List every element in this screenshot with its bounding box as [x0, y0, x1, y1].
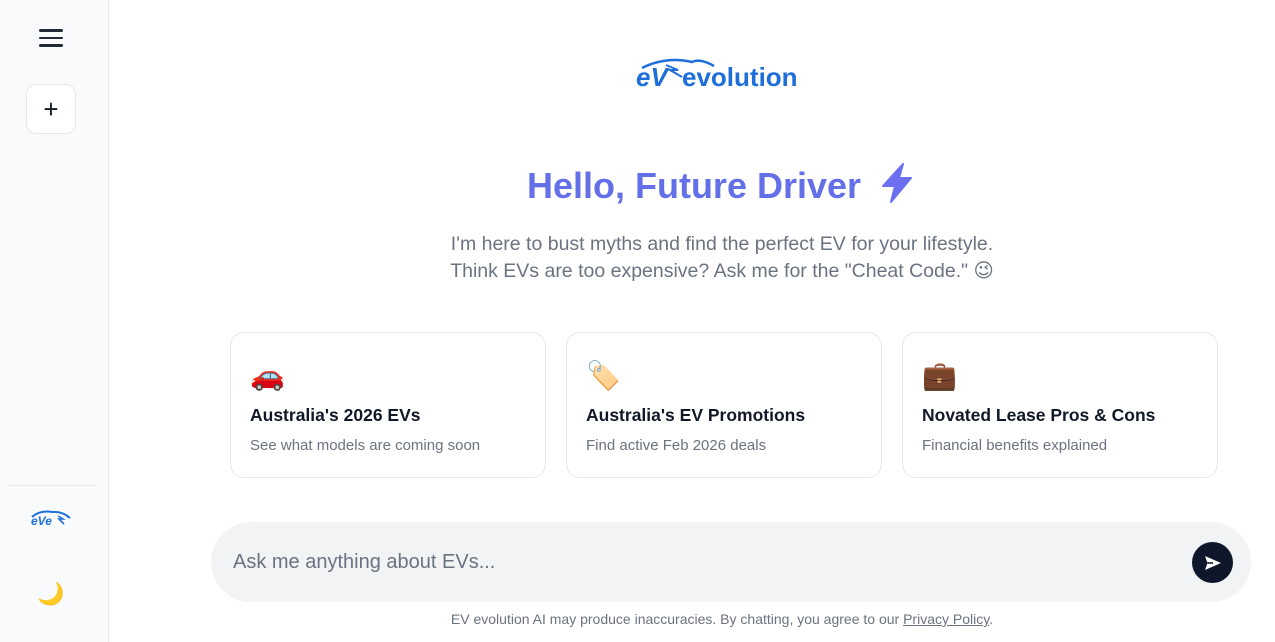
theme-toggle-moon-icon[interactable]: 🌙	[34, 577, 68, 611]
menu-line	[39, 44, 63, 47]
menu-line	[39, 29, 63, 32]
logo-text: evolution	[682, 62, 798, 92]
disclaimer-end: .	[989, 611, 994, 627]
card-title: Australia's 2026 EVs	[250, 405, 421, 425]
ev-evolution-logo: eV evolution	[636, 58, 798, 92]
car-icon: 🚗	[250, 360, 285, 391]
chat-composer	[211, 522, 1251, 602]
sidebar-divider	[9, 485, 95, 486]
svg-text:eVe: eVe	[31, 514, 52, 528]
logo-mark: eV	[636, 62, 670, 92]
card-title: Novated Lease Pros & Cons	[922, 405, 1156, 425]
lightning-bolt-icon	[882, 163, 913, 203]
intro-line-1: I'm here to bust myths and find the perf…	[450, 233, 994, 255]
sidebar: + eVe 🌙	[0, 0, 109, 642]
card-subtitle: Find active Feb 2026 deals	[586, 437, 767, 454]
send-icon	[1204, 555, 1221, 570]
card-subtitle: See what models are coming soon	[250, 437, 481, 454]
main-content: eV evolution Hello, Future Driver I'm he…	[109, 0, 1275, 642]
new-chat-button[interactable]: +	[26, 84, 76, 134]
suggestion-card-2026-evs[interactable]: 🚗 Australia's 2026 EVs See what models a…	[230, 332, 546, 478]
card-subtitle: Financial benefits explained	[922, 437, 1108, 454]
chat-input[interactable]	[233, 542, 1163, 582]
card-title: Australia's EV Promotions	[586, 405, 806, 425]
intro-text: I'm here to bust myths and find the perf…	[109, 231, 1275, 285]
price-tag-icon: 🏷️	[586, 360, 621, 391]
sidebar-logo-icon[interactable]: eVe	[30, 507, 72, 529]
disclaimer: EV evolution AI may produce inaccuracies…	[109, 611, 1275, 627]
send-button[interactable]	[1192, 542, 1233, 583]
disclaimer-text: EV evolution AI may produce inaccuracies…	[450, 611, 904, 627]
menu-line	[39, 36, 63, 40]
greeting-text: Hello, Future Driver	[526, 165, 862, 206]
suggestion-cards: 🚗 Australia's 2026 EVs See what models a…	[230, 332, 1218, 478]
briefcase-icon: 💼	[922, 360, 957, 391]
privacy-policy-link[interactable]: Privacy Policy	[903, 611, 989, 627]
intro-line-2: Think EVs are too expensive? Ask me for …	[450, 260, 994, 282]
greeting-heading: Hello, Future Driver	[109, 162, 1275, 207]
suggestion-card-novated-lease[interactable]: 💼 Novated Lease Pros & Cons Financial be…	[902, 332, 1218, 478]
menu-icon[interactable]	[26, 20, 76, 56]
suggestion-card-ev-promotions[interactable]: 🏷️ Australia's EV Promotions Find active…	[566, 332, 882, 478]
